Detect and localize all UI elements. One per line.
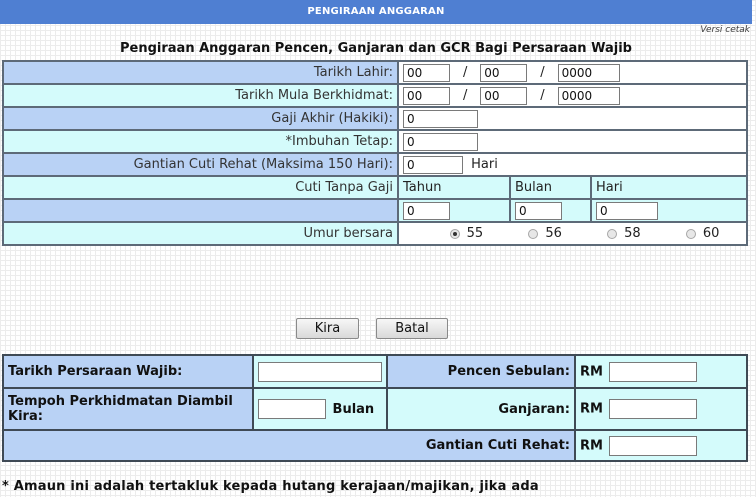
unpaid-header-months: Bulan <box>509 175 592 200</box>
gratuity-output[interactable] <box>609 399 698 419</box>
allowance-cell <box>397 129 748 154</box>
start-date-label: Tarikh Mula Berkhidmat: <box>2 83 399 108</box>
pension-currency: RM <box>580 364 603 379</box>
radio-selected-icon[interactable] <box>449 228 460 239</box>
gcr-currency: RM <box>580 438 603 453</box>
leave-label: Gantian Cuti Rehat (Maksima 150 Hari): <box>2 152 399 177</box>
results-table: Tarikh Persaraan Wajib: Pencen Sebulan: … <box>2 354 748 462</box>
gcr-label: Gantian Cuti Rehat: <box>2 429 576 462</box>
retire-option-label: 56 <box>545 226 562 241</box>
page-title: Pengiraan Anggaran Pencen, Ganjaran dan … <box>120 41 632 56</box>
retire-option-label: 58 <box>624 226 641 241</box>
page-banner: PENGIRAAN ANGGARAN <box>0 0 752 24</box>
unpaid-leave-label: Cuti Tanpa Gaji <box>2 175 399 200</box>
gratuity-currency: RM <box>580 401 603 417</box>
service-period-label: Tempoh Perkhidmatan Diambil Kira: <box>2 387 254 431</box>
gratuity-cell: RM <box>574 387 748 431</box>
unpaid-days-input[interactable] <box>596 201 658 220</box>
start-day-input[interactable] <box>403 86 450 105</box>
dob-day-input[interactable] <box>403 63 450 82</box>
start-year-input[interactable] <box>557 86 620 105</box>
gcr-output[interactable] <box>609 435 698 456</box>
salary-label: Gaji Akhir (Hakiki): <box>2 106 399 131</box>
unpaid-days-cell <box>590 198 748 223</box>
gratuity-label: Ganjaran: <box>386 387 576 431</box>
leave-cell: Hari <box>397 152 748 177</box>
retire-date-label: Tarikh Persaraan Wajib: <box>2 354 254 389</box>
dob-label: Tarikh Lahir: <box>2 60 399 85</box>
retire-option-60[interactable]: 60 <box>685 226 720 241</box>
date-separator: / <box>540 65 545 80</box>
radio-icon[interactable] <box>607 228 618 239</box>
print-version-link[interactable]: Versi cetak <box>700 25 750 35</box>
service-period-cell: Bulan <box>252 387 388 431</box>
allowance-input[interactable] <box>403 132 478 151</box>
date-separator: / <box>462 65 468 80</box>
salary-cell <box>397 106 748 131</box>
retire-option-55[interactable]: 55 <box>449 226 484 241</box>
start-date-fields: / / <box>397 83 748 108</box>
dob-fields: / / <box>397 60 748 85</box>
unpaid-months-cell <box>509 198 592 223</box>
retire-age-label: Umur bersara <box>2 221 399 246</box>
unpaid-leave-spacer <box>2 198 399 223</box>
allowance-label: *Imbuhan Tetap: <box>2 129 399 154</box>
pension-label: Pencen Sebulan: <box>386 354 576 389</box>
retire-option-58[interactable]: 58 <box>607 226 641 241</box>
unpaid-years-input[interactable] <box>403 201 450 220</box>
cancel-button[interactable]: Batal <box>376 318 448 339</box>
unpaid-header-days: Hari <box>590 175 748 200</box>
dob-year-input[interactable] <box>557 63 620 82</box>
retire-age-options: 55 56 58 60 <box>397 221 748 246</box>
service-unit: Bulan <box>332 401 375 417</box>
retire-option-56[interactable]: 56 <box>528 226 562 241</box>
retire-option-label: 55 <box>466 226 484 241</box>
gcr-cell: RM <box>574 429 748 462</box>
retire-date-output[interactable] <box>258 361 382 382</box>
unpaid-header-years: Tahun <box>397 175 511 200</box>
salary-input[interactable] <box>403 109 478 128</box>
start-month-input[interactable] <box>480 86 528 105</box>
unpaid-months-input[interactable] <box>515 201 562 220</box>
leave-unit: Hari <box>471 157 498 172</box>
retire-option-label: 60 <box>702 226 720 241</box>
pension-cell: RM <box>574 354 748 389</box>
date-separator: / <box>462 88 468 103</box>
service-period-output[interactable] <box>258 399 326 419</box>
date-separator: / <box>540 88 545 103</box>
unpaid-years-cell <box>397 198 511 223</box>
pension-output[interactable] <box>609 361 698 382</box>
retire-date-cell <box>252 354 388 389</box>
radio-icon[interactable] <box>528 228 539 239</box>
leave-input[interactable] <box>403 155 463 174</box>
calculate-button[interactable]: Kira <box>296 318 359 339</box>
radio-icon[interactable] <box>685 228 696 239</box>
calculation-form: Tarikh Lahir: / / Tarikh Mula Berkhidmat… <box>2 60 748 246</box>
footnote: * Amaun ini adalah tertakluk kepada huta… <box>2 479 539 494</box>
dob-month-input[interactable] <box>480 63 528 82</box>
